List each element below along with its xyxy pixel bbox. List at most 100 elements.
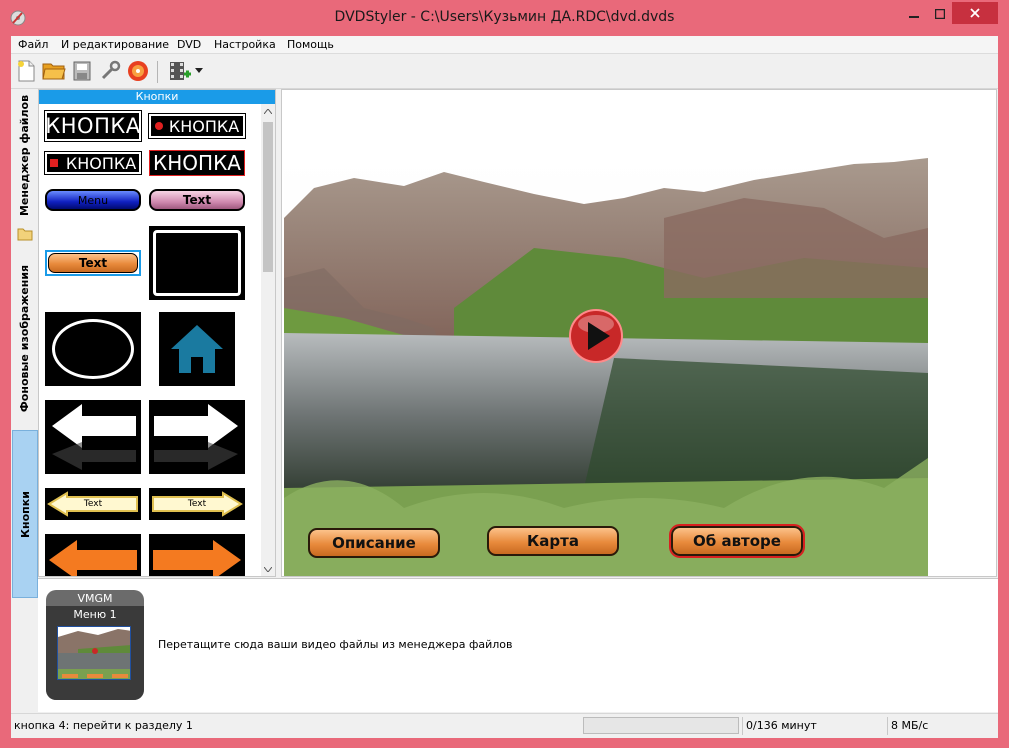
status-separator bbox=[742, 717, 743, 735]
panel-scrollbar[interactable] bbox=[261, 104, 275, 576]
orange-arrow-left-icon bbox=[49, 540, 137, 576]
menu-button-description[interactable]: Описание bbox=[308, 528, 440, 558]
landscape-image bbox=[284, 158, 928, 576]
red-square-icon bbox=[49, 159, 58, 167]
tab-file-manager[interactable]: Менеджер файлов bbox=[12, 92, 38, 218]
add-video-dropdown[interactable] bbox=[193, 58, 205, 84]
menu-thumbnail bbox=[57, 626, 131, 680]
arrow-right-icon bbox=[154, 404, 238, 470]
button-style-label: Text bbox=[78, 256, 108, 270]
window-title: DVDStyler - C:\Users\Кузьмин ДА.RDC\dvd.… bbox=[334, 9, 675, 25]
button-style-plain[interactable]: КНОПКА bbox=[44, 110, 142, 142]
settings-button[interactable] bbox=[97, 58, 123, 84]
button-style-arrow-left[interactable] bbox=[45, 400, 141, 474]
client-area: Файл И редактирование DVD Настройка Помо… bbox=[11, 36, 998, 738]
menu-dvd[interactable]: DVD bbox=[177, 38, 201, 51]
menu-help[interactable]: Помощь bbox=[287, 38, 334, 51]
tab-backgrounds[interactable]: Фоновые изображения bbox=[12, 250, 38, 426]
side-tabs: Менеджер файлов Фоновые изображения Кноп… bbox=[11, 90, 38, 598]
oval-border bbox=[52, 319, 134, 379]
settings-wrench-icon bbox=[101, 60, 121, 80]
minimize-icon bbox=[909, 16, 919, 18]
button-style-label: КНОПКА bbox=[153, 151, 241, 175]
button-style-home[interactable] bbox=[159, 312, 235, 386]
button-style-orange-pill[interactable]: Text bbox=[45, 250, 141, 276]
button-style-label: Menu bbox=[77, 193, 109, 207]
application-window: DVDStyler - C:\Users\Кузьмин ДА.RDC\dvd.… bbox=[0, 0, 1009, 748]
folder-icon bbox=[17, 228, 33, 241]
button-style-square[interactable]: КНОПКА bbox=[44, 151, 142, 175]
menu-editor-canvas[interactable]: Описание Карта Об авторе bbox=[281, 89, 997, 577]
status-separator bbox=[887, 717, 888, 735]
button-style-arrow-right[interactable] bbox=[149, 400, 245, 474]
burn-button[interactable] bbox=[125, 58, 151, 84]
button-style-label: КНОПКА bbox=[168, 116, 240, 136]
status-duration: 0/136 минут bbox=[746, 719, 817, 732]
button-style-label: КНОПКА bbox=[45, 114, 141, 138]
minimize-button[interactable] bbox=[900, 4, 928, 24]
close-button[interactable] bbox=[952, 2, 998, 24]
chevron-down-icon bbox=[264, 566, 272, 572]
button-style-oval[interactable] bbox=[45, 312, 141, 386]
add-video-button[interactable] bbox=[167, 58, 193, 84]
menu-button-map[interactable]: Карта bbox=[487, 526, 619, 556]
menu1-item[interactable]: Меню 1 bbox=[46, 606, 144, 700]
menu-file[interactable]: Файл bbox=[18, 38, 48, 51]
toolbar bbox=[11, 55, 998, 89]
progress-bar bbox=[583, 717, 739, 734]
home-icon bbox=[171, 325, 223, 373]
button-style-outline[interactable]: КНОПКА bbox=[149, 150, 245, 176]
folder-tab[interactable] bbox=[12, 222, 38, 246]
menu-bar: Файл И редактирование DVD Настройка Помо… bbox=[11, 36, 998, 54]
titleset-manager[interactable]: VMGM Меню 1 Перетащите сюда ваши видео ф… bbox=[38, 578, 998, 712]
button-style-label: Text bbox=[83, 499, 103, 509]
drop-hint-text: Перетащите сюда ваши видео файлы из мене… bbox=[158, 638, 513, 651]
tab-buttons-label: Кнопки bbox=[18, 490, 32, 538]
status-speed: 8 МБ/с bbox=[891, 719, 929, 732]
button-style-dot[interactable]: КНОПКА bbox=[148, 113, 246, 139]
arrow-left-icon bbox=[52, 404, 136, 470]
vmgm-label: VMGM bbox=[77, 592, 113, 605]
menu-settings[interactable]: Настройка bbox=[214, 38, 276, 51]
new-file-icon bbox=[18, 60, 35, 82]
button-style-label: КНОПКА bbox=[65, 153, 137, 173]
maximize-button[interactable] bbox=[926, 4, 954, 24]
tab-buttons[interactable]: Кнопки bbox=[12, 430, 38, 598]
orange-pill-body: Text bbox=[48, 253, 138, 273]
button-style-frame[interactable] bbox=[149, 226, 245, 300]
save-button[interactable] bbox=[69, 58, 95, 84]
play-icon bbox=[569, 309, 623, 363]
close-icon bbox=[970, 8, 980, 18]
status-bar: кнопка 4: перейти к разделу 1 0/136 мину… bbox=[11, 713, 998, 738]
button-style-orange-arrow-left[interactable] bbox=[45, 534, 141, 576]
add-video-icon bbox=[170, 62, 191, 80]
menu-thumbnail-image bbox=[58, 627, 130, 679]
button-style-arrow-text-right[interactable]: Text bbox=[149, 488, 245, 520]
new-button[interactable] bbox=[13, 58, 39, 84]
panel-header: Кнопки bbox=[39, 90, 275, 104]
title-bar[interactable]: DVDStyler - C:\Users\Кузьмин ДА.RDC\dvd.… bbox=[0, 0, 1009, 36]
menu-button-about-author[interactable]: Об авторе bbox=[669, 524, 805, 558]
button-style-pink-pill[interactable]: Text bbox=[149, 189, 245, 211]
button-style-label: Text bbox=[182, 193, 212, 207]
status-message: кнопка 4: перейти к разделу 1 bbox=[14, 719, 193, 732]
scroll-thumb[interactable] bbox=[263, 122, 273, 272]
open-folder-icon bbox=[42, 63, 66, 80]
buttons-panel: Кнопки КНОПКА КНОПКА КНОПКА КНОПКА Menu bbox=[38, 89, 276, 577]
save-icon bbox=[73, 61, 91, 81]
button-style-arrow-text-left[interactable]: Text bbox=[45, 488, 141, 520]
button-style-orange-arrow-right[interactable] bbox=[149, 534, 245, 576]
toolbar-separator bbox=[157, 61, 158, 83]
scroll-up-arrow[interactable] bbox=[261, 104, 275, 118]
tab-file-manager-label: Менеджер файлов bbox=[18, 94, 32, 216]
tab-backgrounds-label: Фоновые изображения bbox=[18, 264, 32, 412]
vmgm-item[interactable]: VMGM Меню 1 bbox=[46, 590, 144, 700]
open-button[interactable] bbox=[41, 58, 67, 84]
menu-edit[interactable]: И редактирование bbox=[61, 38, 169, 51]
button-style-blue-pill[interactable]: Menu bbox=[45, 189, 141, 211]
red-dot-icon bbox=[154, 122, 163, 130]
scroll-down-arrow[interactable] bbox=[261, 562, 275, 576]
menu1-label: Меню 1 bbox=[73, 608, 117, 621]
orange-arrow-right-icon bbox=[153, 540, 241, 576]
menu-background-image bbox=[284, 158, 928, 576]
